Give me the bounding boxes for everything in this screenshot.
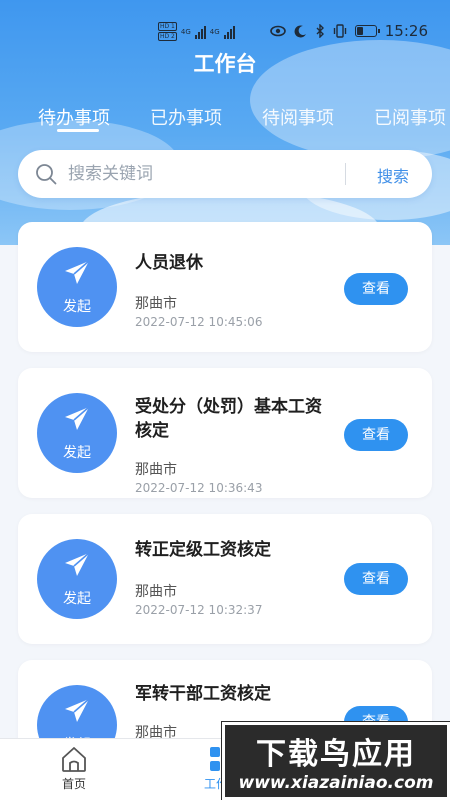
view-button[interactable]: 查看 [344,563,408,595]
paper-plane-icon [65,698,90,722]
net1-label: 4G [180,27,191,36]
item-time: 2022-07-12 10:45:06 [135,315,263,329]
paper-plane-icon [65,406,90,430]
tab-to-read[interactable]: 待阅事项 [262,104,334,130]
watermark-overlay: 下载鸟应用 www.xiazainiao.com [221,721,450,800]
view-button[interactable]: 查看 [344,273,408,305]
tab-read[interactable]: 已阅事项 [374,104,446,130]
item-title: 军转干部工资核定 [135,684,271,704]
search-icon [36,164,57,185]
paper-plane-icon [65,552,90,576]
item-region: 那曲市 [135,296,177,312]
tabbar-home-label: 首页 [61,777,86,791]
item-title: 转正定级工资核定 [135,540,271,560]
status-bar: HD 1 HD 2 4G 4G 15:26 [0,20,450,46]
hd2-badge: HD 2 [158,32,177,41]
list-item[interactable]: 发起 人员退休 那曲市 2022-07-12 10:45:06 查看 [18,222,432,352]
avatar: 发起 [37,539,117,619]
search-divider [345,163,346,185]
active-tab-indicator [57,129,99,132]
list-item[interactable]: 发起 转正定级工资核定 那曲市 2022-07-12 10:32:37 查看 [18,514,432,644]
hd1-badge: HD 1 [158,22,177,31]
signal-icon [194,25,206,39]
item-region: 那曲市 [135,462,177,478]
battery-icon [354,25,380,37]
search-bar: 搜索 [18,150,432,198]
vibrate-icon [333,24,346,38]
item-title: 受处分（处罚）基本工资核定 [135,397,322,441]
paper-plane-icon [65,260,90,284]
tabbar-home[interactable]: 首页 [34,745,114,792]
hd-badges: HD 1 HD 2 [158,22,177,41]
tab-done[interactable]: 已办事项 [150,104,222,130]
eye-icon [269,25,286,37]
search-input[interactable] [68,160,338,188]
watermark-title: 下载鸟应用 [256,737,416,772]
moon-icon [294,24,306,37]
search-button[interactable]: 搜索 [358,163,428,187]
avatar-label: 发起 [63,591,91,607]
status-icons: 15:26 [269,22,428,40]
bluetooth-icon [316,24,324,38]
item-region: 那曲市 [135,584,177,600]
clock: 15:26 [384,22,428,40]
item-title: 人员退休 [135,253,203,273]
avatar-label: 发起 [63,445,91,461]
avatar: 发起 [37,393,117,473]
tab-strip: 待办事项 已办事项 待阅事项 已阅事项 [0,100,450,140]
item-time: 2022-07-12 10:32:37 [135,603,263,617]
avatar-label: 发起 [63,299,91,315]
signal-icon [223,25,235,39]
net2-label: 4G [209,27,220,36]
page-title: 工作台 [193,52,257,76]
home-icon [62,747,86,772]
item-time: 2022-07-12 10:36:43 [135,481,263,495]
watermark-url: www.xiazainiao.com [238,773,434,793]
avatar: 发起 [37,247,117,327]
signal-group: HD 1 HD 2 4G 4G [158,22,235,41]
tab-todo[interactable]: 待办事项 [38,104,110,130]
list-item[interactable]: 发起 受处分（处罚）基本工资核定 那曲市 2022-07-12 10:36:43… [18,368,432,498]
view-button[interactable]: 查看 [344,419,408,451]
